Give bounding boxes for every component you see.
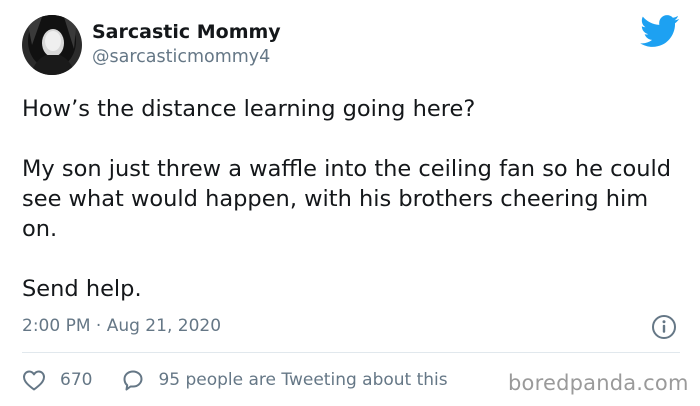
avatar[interactable] [22, 15, 82, 75]
heart-icon [23, 370, 45, 391]
tweet-timestamp[interactable]: 2:00 PM · Aug 21, 2020 [22, 316, 221, 336]
speech-bubble-icon [123, 370, 143, 391]
tweet-actions: 670 95 people are Tweeting about this [22, 367, 448, 393]
tweet-paragraph: My son just threw a waffle into the ceil… [22, 156, 672, 242]
like-count: 670 [60, 370, 93, 390]
watermark: boredpanda.com [508, 371, 689, 395]
display-name[interactable]: Sarcastic Mommy [92, 21, 281, 43]
tweet-text: How’s the distance learning going here? … [22, 94, 682, 304]
avatar-image [22, 15, 82, 75]
tweet-paragraph: How’s the distance learning going here? [22, 96, 476, 122]
info-icon[interactable] [651, 314, 677, 340]
divider [22, 352, 680, 353]
twitter-bird-icon[interactable] [640, 15, 680, 48]
tweet-paragraph: Send help. [22, 276, 142, 302]
reply-button[interactable]: 95 people are Tweeting about this [122, 369, 448, 391]
user-handle[interactable]: @sarcasticmommy4 [92, 47, 270, 67]
like-button[interactable]: 670 [22, 369, 92, 391]
reply-text: 95 people are Tweeting about this [158, 370, 448, 390]
